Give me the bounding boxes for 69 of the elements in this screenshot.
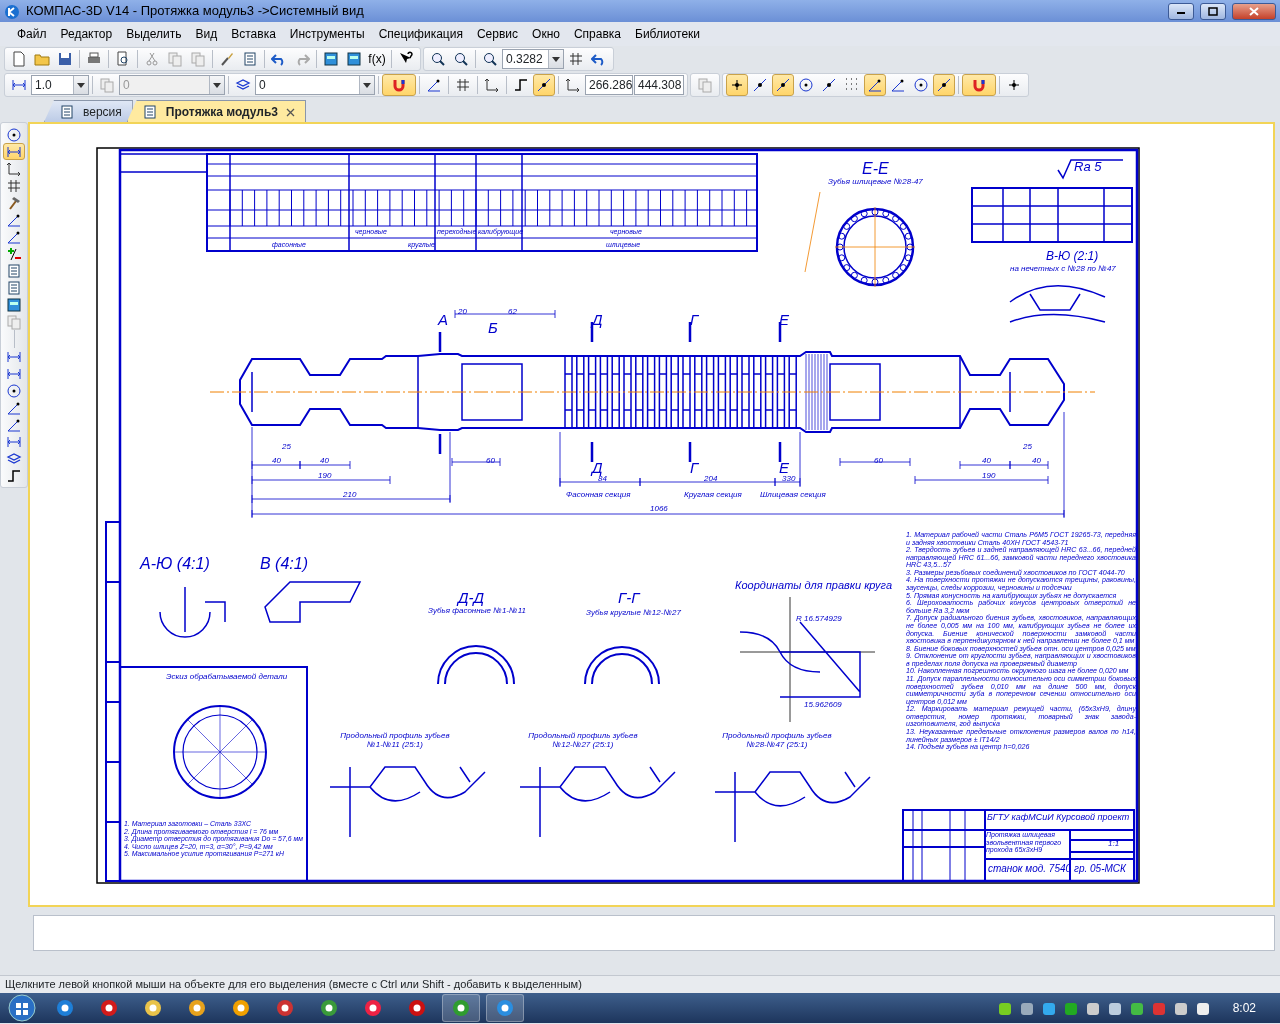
roughness-label: Ra 5 <box>1074 160 1102 175</box>
view-caption: Зубья фасонные №1-№11 <box>428 607 526 616</box>
view-title: Е-Е <box>862 160 889 178</box>
menu-item[interactable]: Редактор <box>53 25 120 43</box>
view-caption: Фасонная секция <box>566 491 631 500</box>
menu-item[interactable]: Файл <box>10 25 54 43</box>
view-title: Д-Д <box>458 590 485 607</box>
group-label: гр. 05-МСК <box>1074 863 1126 874</box>
section-letter: Д <box>592 460 603 476</box>
dimension-value: 25 <box>282 443 291 452</box>
dimension-value: 190 <box>982 472 996 481</box>
dimension-value: 190 <box>318 472 332 481</box>
dimension-value: 84 <box>598 475 607 484</box>
menu-item[interactable]: Справка <box>566 25 628 43</box>
menu-item[interactable]: Вид <box>188 25 225 43</box>
dimension-value: 62 <box>508 308 517 317</box>
dimension-value: 40 <box>982 457 991 466</box>
dimension-value: 204 <box>704 475 718 484</box>
view-caption: Круглая секция <box>684 491 742 500</box>
view-caption: Продольный профиль зубьев №1-№11 (25:1) <box>339 732 451 750</box>
dimension-value: 330 <box>782 475 796 484</box>
view-caption: Продольный профиль зубьев №12-№27 (25:1) <box>527 732 639 750</box>
window-title: КОМПАС-3D V14 - Протяжка модуль3 ->Системный вид <box>26 2 364 21</box>
scale-label: 1:1 <box>1108 840 1120 849</box>
menu-item[interactable]: Выделить <box>119 25 189 43</box>
menu-item[interactable]: Сервис <box>469 25 526 43</box>
clock: 8:02 <box>1232 1000 1256 1017</box>
menu-item[interactable]: Спецификация <box>371 25 470 43</box>
dimension-value: 1066 <box>650 505 668 514</box>
dimension-value: 20 <box>458 308 467 317</box>
coordinate-value: R 16.574929 <box>796 615 842 624</box>
view-caption: Шлицевая секция <box>760 491 826 500</box>
dimension-value: 40 <box>272 457 281 466</box>
dimension-value: 25 <box>1023 443 1032 452</box>
view-caption: Зубья круглые №12-№27 <box>586 609 681 618</box>
zoom-field[interactable]: 0.3282 <box>502 49 564 69</box>
dimension-value: 210 <box>343 491 357 500</box>
menu-item[interactable]: Окно <box>525 25 567 43</box>
x-coordinate-field[interactable]: 266.286 <box>585 75 633 95</box>
section-letter: Г <box>690 460 699 477</box>
view-caption: Эскиз обрабатываемой детали <box>166 673 288 682</box>
view-caption: Координаты для правки круга <box>735 579 892 592</box>
view-title: Г-Г <box>618 590 640 607</box>
formula-button[interactable]: f(x) <box>366 48 388 70</box>
view-caption: Зубья шлицевые №28-47 <box>828 178 923 187</box>
dimension-value: 60 <box>486 457 495 466</box>
section-letter: Б <box>488 320 498 337</box>
dimension-value: 40 <box>320 457 329 466</box>
y-coordinate-field[interactable]: 444.308 <box>634 75 684 95</box>
view-title: В-Ю (2:1) <box>1046 250 1099 264</box>
view-caption: на нечетных с №28 по №47 <box>1010 265 1116 274</box>
status-text: Щелкните левой кнопкой мыши на объекте для его выделения (вместе с Ctrl или Shift - добавить к выделенным) <box>5 977 582 993</box>
dimension-value: 40 <box>1032 457 1041 466</box>
organization-label: БГТУ кафМСиИ Курсовой проект <box>987 813 1130 823</box>
view-title: А-Ю (4:1) <box>140 555 210 573</box>
scale-field[interactable]: 1.0 <box>31 75 89 95</box>
view-title: В (4:1) <box>260 555 308 573</box>
layer-field[interactable]: 0 <box>255 75 375 95</box>
document-tab[interactable]: Протяжка модуль3 <box>126 100 307 122</box>
menu-item[interactable]: Инструменты <box>282 25 372 43</box>
menu-item[interactable]: Вставка <box>224 25 283 43</box>
dimension-value: 60 <box>874 457 883 466</box>
section-letter: А <box>438 312 448 329</box>
document-tab[interactable]: версия <box>44 100 133 122</box>
section-letter: Е <box>779 460 789 476</box>
section-letter: Г <box>690 312 699 329</box>
coordinate-value: 15.962609 <box>804 701 842 710</box>
menu-item[interactable]: Библиотеки <box>628 25 708 43</box>
view-caption: Продольный профиль зубьев №28-№47 (25:1) <box>721 732 833 750</box>
